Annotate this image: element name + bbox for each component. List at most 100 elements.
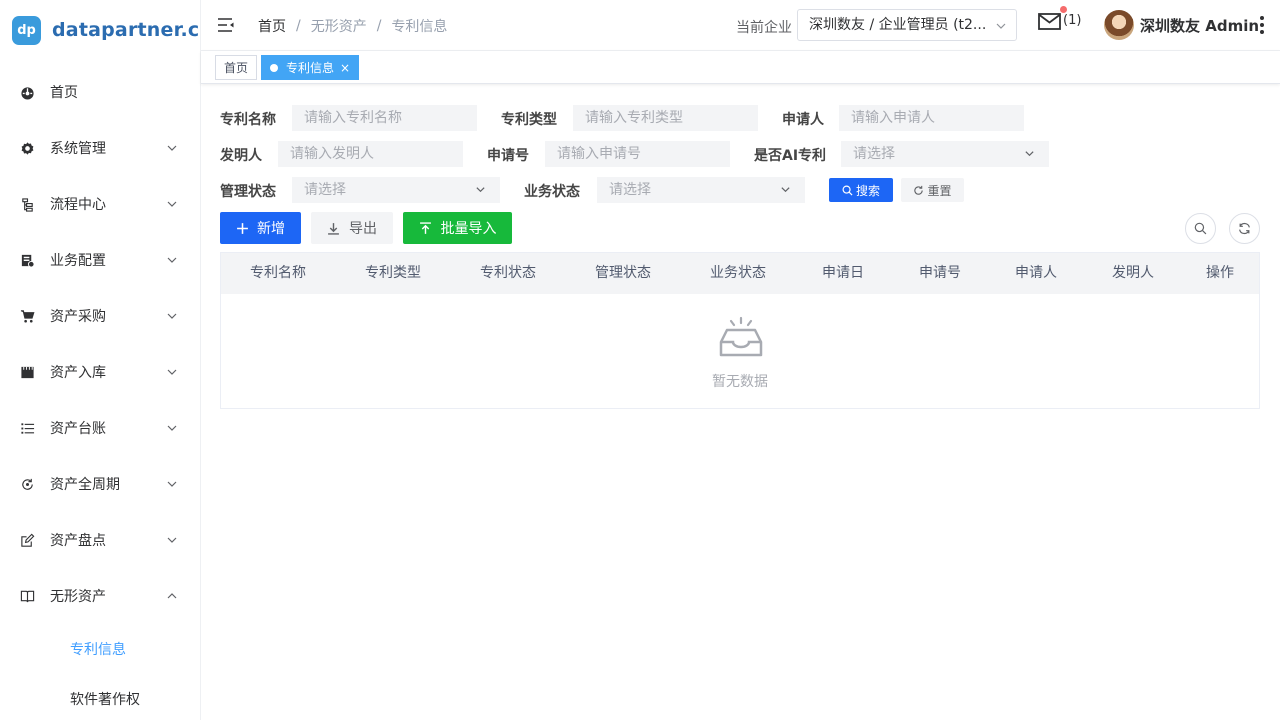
edit-icon	[19, 532, 35, 548]
search-button[interactable]: 搜索	[829, 178, 893, 202]
export-button[interactable]: 导出	[311, 212, 393, 244]
applicant-label: 申请人	[782, 112, 824, 128]
column-header: 专利名称	[250, 265, 306, 281]
tags-view: 首页 专利信息 ×	[201, 51, 1280, 84]
enterprise-select[interactable]: 深圳数友 / 企业管理员 (t2...	[797, 9, 1017, 41]
patent-type-input[interactable]	[573, 105, 758, 131]
chevron-down-icon	[996, 23, 1006, 29]
download-icon	[328, 222, 339, 235]
username[interactable]: 深圳数友 Admin	[1140, 15, 1259, 36]
sidebar-item-label: 流程中心	[50, 197, 106, 213]
chevron-down-icon	[167, 369, 177, 375]
sidebar-item-label: 资产台账	[50, 421, 106, 437]
inventor-input[interactable]	[278, 141, 463, 167]
toggle-search-button[interactable]	[1185, 213, 1216, 244]
close-icon[interactable]: ×	[340, 61, 350, 75]
sidebar-item-label: 系统管理	[50, 141, 106, 157]
batch-import-button-label: 批量导入	[440, 221, 497, 237]
refresh-button[interactable]	[1229, 213, 1260, 244]
dashboard-icon	[19, 84, 35, 100]
table-header: 专利名称 专利类型 专利状态 管理状态 业务状态 申请日 申请号 申请人 发明人…	[221, 253, 1259, 294]
sidebar-item-workflow[interactable]: 流程中心	[0, 184, 200, 224]
sidebar-subitem-software-copyright[interactable]: 软件著作权	[0, 679, 200, 719]
sidebar-item-purchase[interactable]: 资产采购	[0, 296, 200, 336]
application-number-input[interactable]	[545, 141, 730, 167]
business-status-select[interactable]: 请选择	[597, 177, 805, 203]
tag-label: 专利信息	[286, 61, 335, 75]
notification-dot	[1060, 6, 1067, 13]
clapper-icon	[19, 364, 35, 380]
sidebar-item-inventory[interactable]: 资产盘点	[0, 520, 200, 560]
chevron-down-icon	[167, 257, 177, 263]
sidebar-item-system[interactable]: 系统管理	[0, 128, 200, 168]
list-icon	[19, 420, 35, 436]
is-ai-patent-select[interactable]: 请选择	[841, 141, 1049, 167]
column-header: 业务状态	[710, 265, 766, 281]
tag-patent[interactable]: 专利信息 ×	[261, 55, 360, 80]
chevron-down-icon	[476, 187, 485, 193]
plus-icon	[237, 222, 248, 234]
enterprise-label: 当前企业	[736, 20, 792, 36]
batch-import-button[interactable]: 批量导入	[403, 212, 512, 244]
applicant-input[interactable]	[839, 105, 1024, 131]
sidebar-item-label: 资产采购	[50, 309, 106, 325]
patent-name-label: 专利名称	[220, 112, 276, 128]
sidebar-item-lifecycle[interactable]: 资产全周期	[0, 464, 200, 504]
sidebar-item-inbound[interactable]: 资产入库	[0, 352, 200, 392]
mail-icon[interactable]	[1038, 12, 1062, 32]
patent-table: 专利名称 专利类型 专利状态 管理状态 业务状态 申请日 申请号 申请人 发明人…	[220, 252, 1260, 409]
cart-icon	[19, 308, 35, 324]
cycle-icon	[19, 476, 35, 492]
chevron-down-icon	[167, 481, 177, 487]
menu-fold-icon[interactable]	[217, 16, 235, 34]
select-placeholder: 请选择	[853, 146, 895, 162]
upload-icon	[419, 221, 431, 234]
sidebar-item-config[interactable]: 业务配置	[0, 240, 200, 280]
empty-state-text: 暂无数据	[712, 374, 768, 390]
chevron-up-icon	[167, 593, 177, 599]
column-header: 专利类型	[365, 265, 421, 281]
column-header: 申请人	[1015, 265, 1057, 281]
breadcrumb-intangible: 无形资产	[310, 19, 367, 35]
sidebar-subitem-label: 专利信息	[70, 642, 126, 658]
search-button-label: 搜索	[855, 183, 880, 198]
tag-label: 首页	[224, 61, 249, 75]
brand[interactable]: dp datapartner.cn	[12, 15, 200, 45]
export-button-label: 导出	[349, 221, 377, 237]
chevron-down-icon	[167, 425, 177, 431]
sidebar-item-label: 资产入库	[50, 365, 106, 381]
breadcrumb-home[interactable]: 首页	[258, 16, 286, 36]
sidebar-item-label: 资产盘点	[50, 533, 106, 549]
application-number-label: 申请号	[487, 148, 529, 164]
tag-home[interactable]: 首页	[215, 55, 258, 80]
patent-name-input[interactable]	[292, 105, 477, 131]
business-status-label: 业务状态	[524, 184, 580, 200]
sidebar-item-home[interactable]: 首页	[0, 72, 200, 112]
column-header: 发明人	[1112, 265, 1154, 281]
reset-button[interactable]: 重置	[901, 178, 964, 202]
book-icon	[19, 588, 35, 604]
mail-count: (1)	[1063, 13, 1082, 28]
chevron-down-icon	[1025, 151, 1034, 157]
tree-icon	[19, 196, 35, 212]
refresh-icon	[914, 185, 924, 195]
sidebar-subitem-patent[interactable]: 专利信息	[0, 629, 200, 669]
chevron-down-icon	[167, 145, 177, 151]
more-vertical-icon[interactable]	[1259, 16, 1265, 34]
sidebar-item-intangible[interactable]: 无形资产	[0, 576, 200, 616]
sidebar-item-label: 资产全周期	[50, 477, 120, 493]
avatar[interactable]	[1104, 10, 1134, 40]
chevron-down-icon	[781, 187, 790, 193]
column-header: 操作	[1206, 265, 1234, 281]
chevron-down-icon	[167, 537, 177, 543]
reset-button-label: 重置	[927, 183, 952, 198]
breadcrumb-current: 专利信息	[391, 19, 448, 35]
sidebar-item-label: 首页	[50, 85, 78, 101]
add-button[interactable]: 新增	[220, 212, 301, 244]
inventor-label: 发明人	[220, 148, 262, 164]
management-status-select[interactable]: 请选择	[292, 177, 500, 203]
column-header: 专利状态	[480, 265, 536, 281]
sidebar: dp datapartner.cn 首页 系统管理 流程中心 业务配置 资产采购	[0, 0, 201, 720]
column-header: 申请号	[919, 265, 961, 281]
sidebar-item-ledger[interactable]: 资产台账	[0, 408, 200, 448]
